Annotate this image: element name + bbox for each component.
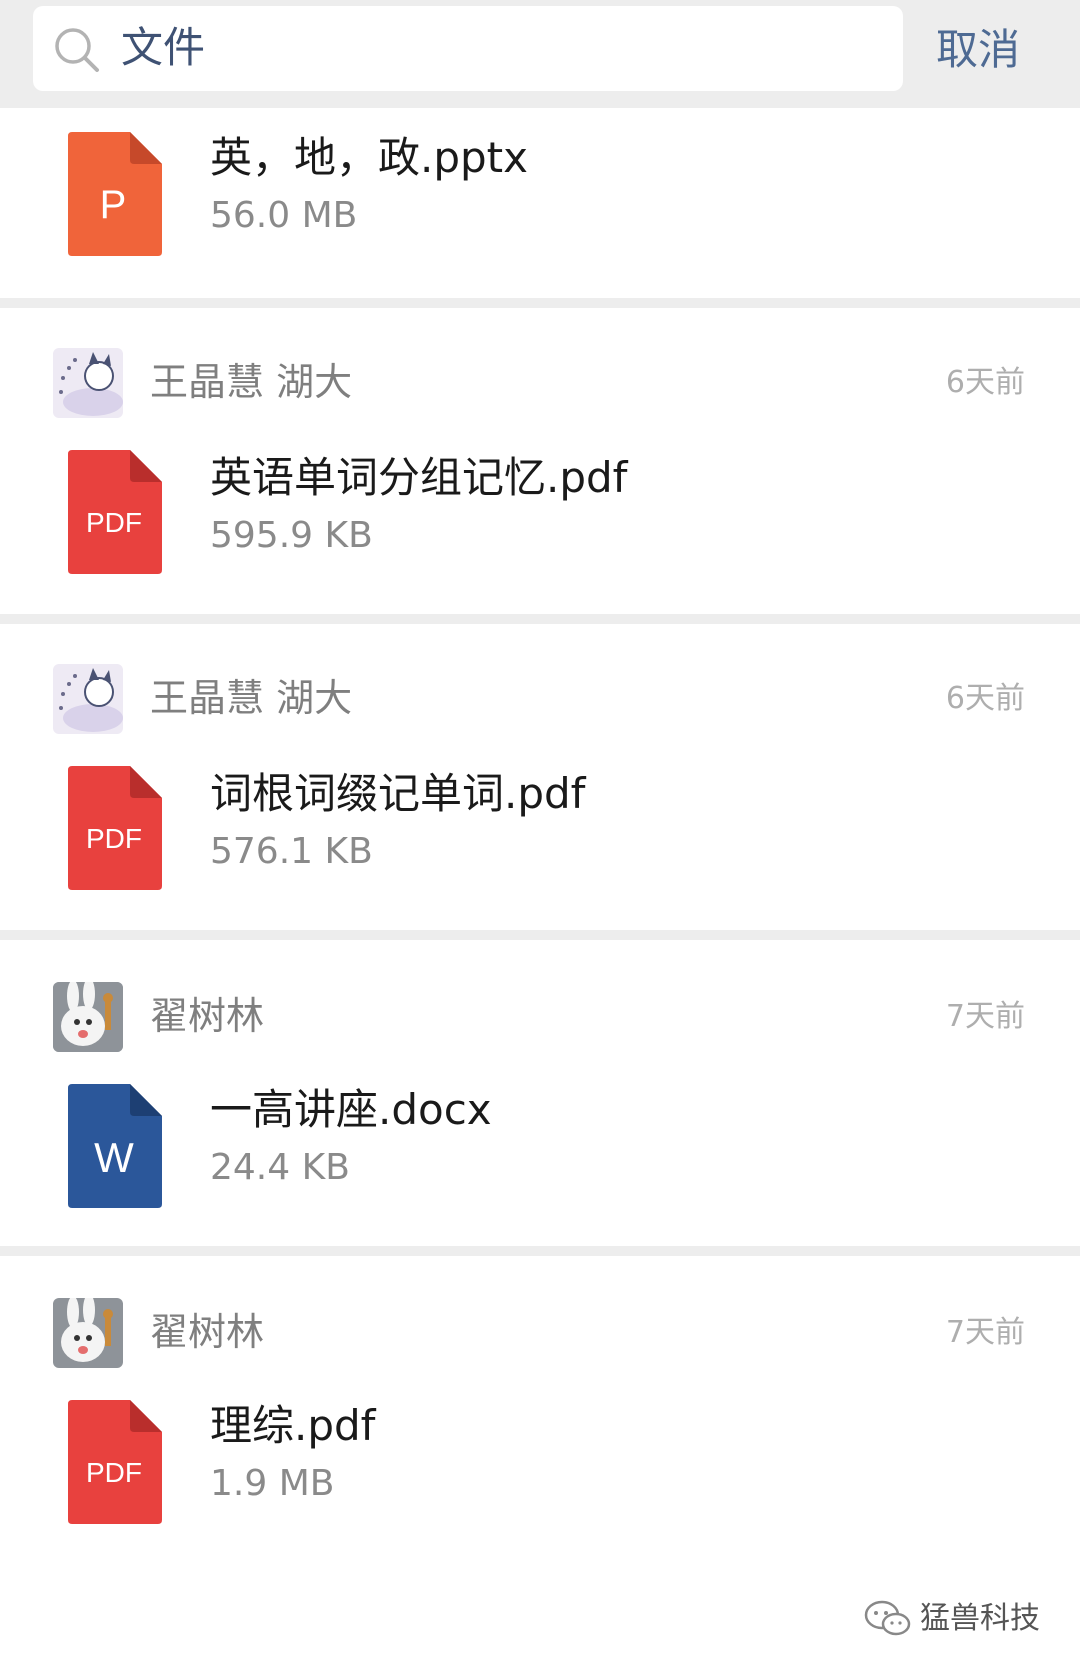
sender-row: 王晶慧 湖大 6天前 bbox=[0, 664, 1080, 744]
sender-row: 翟树林 7天前 bbox=[0, 1298, 1080, 1378]
search-bar: 文件 取消 bbox=[0, 0, 1080, 110]
bunny-avatar[interactable] bbox=[53, 982, 123, 1052]
ppt-file-icon: P bbox=[68, 132, 162, 256]
sender-row: 翟树林 7天前 bbox=[0, 982, 1080, 1062]
file-name: 词根词缀记单词.pdf bbox=[210, 769, 586, 818]
sender-row: 王晶慧 湖大 6天前 bbox=[0, 348, 1080, 428]
cartoon-avatar[interactable] bbox=[53, 348, 123, 418]
sender-name: 王晶慧 湖大 bbox=[150, 676, 353, 720]
list-item[interactable]: 王晶慧 湖大 6天前 PDF 词根词缀记单词.pdf 576.1 KB bbox=[0, 624, 1080, 930]
file-type-label: W bbox=[94, 1134, 134, 1181]
search-query[interactable]: 文件 bbox=[121, 20, 205, 76]
file-name: 英语单词分组记忆.pdf bbox=[210, 453, 628, 502]
file-search-page: 文件 取消 P 英，地，政.pptx 56.0 MB 王晶慧 湖大 6天前 PD… bbox=[0, 0, 1080, 1672]
timestamp: 6天前 bbox=[945, 681, 1025, 716]
list-item[interactable]: 翟树林 7天前 W 一高讲座.docx 24.4 KB bbox=[0, 940, 1080, 1246]
file-name: 英，地，政.pptx bbox=[210, 133, 528, 182]
file-size: 576.1 KB bbox=[210, 831, 373, 872]
file-size: 24.4 KB bbox=[210, 1147, 350, 1188]
bunny-avatar[interactable] bbox=[53, 1298, 123, 1368]
search-icon bbox=[55, 28, 99, 72]
pdf-file-icon: PDF bbox=[68, 450, 162, 574]
list-item[interactable]: 王晶慧 湖大 6天前 PDF 英语单词分组记忆.pdf 595.9 KB bbox=[0, 308, 1080, 614]
timestamp: 6天前 bbox=[945, 365, 1025, 400]
file-type-label: P bbox=[100, 183, 127, 227]
word-file-icon: W bbox=[68, 1084, 162, 1208]
timestamp: 7天前 bbox=[945, 1315, 1025, 1350]
watermark-text: 猛兽科技 bbox=[920, 1601, 1040, 1636]
timestamp: 7天前 bbox=[945, 999, 1025, 1034]
file-size: 56.0 MB bbox=[210, 195, 358, 236]
pdf-file-icon: PDF bbox=[68, 766, 162, 890]
file-type-label: PDF bbox=[86, 507, 142, 538]
sender-name: 翟树林 bbox=[150, 994, 265, 1038]
sender-name: 王晶慧 湖大 bbox=[150, 360, 353, 404]
search-input[interactable]: 文件 bbox=[33, 6, 903, 91]
cancel-button[interactable]: 取消 bbox=[936, 22, 1020, 78]
file-type-label: PDF bbox=[86, 1457, 142, 1488]
file-name: 理综.pdf bbox=[210, 1401, 376, 1450]
wechat-icon bbox=[864, 1600, 911, 1636]
file-size: 595.9 KB bbox=[210, 515, 373, 556]
sender-name: 翟树林 bbox=[150, 1310, 265, 1354]
cartoon-avatar[interactable] bbox=[53, 664, 123, 734]
file-name: 一高讲座.docx bbox=[210, 1085, 492, 1134]
list-item[interactable]: P 英，地，政.pptx 56.0 MB bbox=[0, 108, 1080, 298]
file-size: 1.9 MB bbox=[210, 1463, 335, 1504]
watermark: 猛兽科技 bbox=[864, 1596, 1040, 1642]
file-type-label: PDF bbox=[86, 823, 142, 854]
pdf-file-icon: PDF bbox=[68, 1400, 162, 1524]
